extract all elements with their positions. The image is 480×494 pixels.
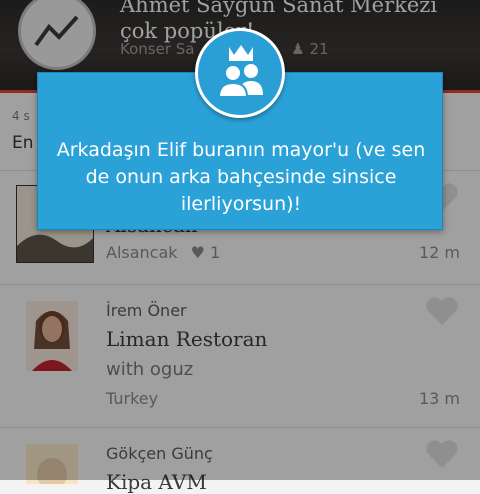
mayor-notification-message: Arkadaşın Elif buranın mayor'u (ve sen d… (56, 139, 426, 215)
mayor-crown-icon (217, 45, 263, 98)
mayor-badge (195, 28, 285, 118)
